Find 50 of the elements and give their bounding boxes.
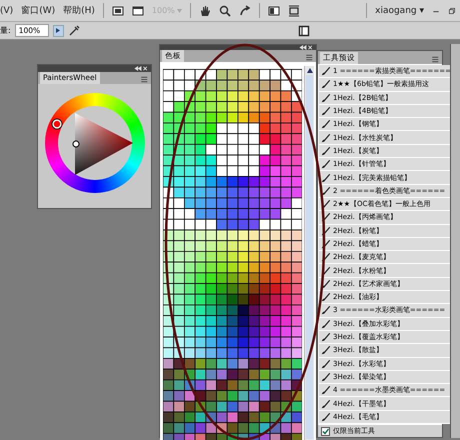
scroll-up-icon[interactable] (306, 68, 313, 73)
brush-icon (321, 92, 332, 103)
brush-icon (321, 372, 332, 382)
flow-label: 量: (0, 25, 11, 36)
brush-icon (321, 318, 332, 329)
brush-icon (321, 385, 332, 396)
brush-icon (321, 199, 332, 210)
flow-arrow-button[interactable] (52, 24, 64, 36)
caret-icon (177, 9, 182, 13)
brush-icon (321, 186, 332, 196)
brush-icon (321, 159, 332, 170)
screen-mode-icon[interactable] (288, 4, 300, 16)
brush-icon (321, 266, 332, 276)
airbrush-icon[interactable] (68, 24, 80, 36)
rotate-view-icon[interactable] (239, 4, 252, 16)
panel-menu-icon[interactable] (430, 55, 440, 64)
panel-collapse-close-icon[interactable] (134, 66, 148, 71)
brush-icon (321, 252, 332, 262)
user-menu[interactable]: xiaogang ▾ (375, 6, 424, 16)
brush-icon (321, 412, 332, 422)
screen-layout-icon[interactable] (132, 4, 144, 16)
brush-icon (321, 132, 332, 143)
brush-icon (321, 305, 332, 316)
zoom-icon[interactable] (219, 4, 232, 16)
panel-toggle-icon[interactable] (298, 24, 310, 36)
hand-icon[interactable] (199, 4, 212, 16)
brush-icon (321, 119, 332, 130)
brush-icon (321, 172, 332, 183)
triangle-right-icon (56, 28, 60, 33)
brush-icon (321, 79, 332, 90)
menu-item[interactable]: 窗口(W) (21, 4, 56, 17)
checkbox[interactable] (321, 426, 330, 436)
brush-icon (321, 146, 332, 156)
brush-icon (321, 332, 332, 342)
panel-menu-icon[interactable] (304, 53, 314, 62)
panel-collapse-close-icon[interactable] (299, 45, 314, 50)
scrollbar[interactable] (304, 66, 314, 440)
menu-item[interactable]: 帮助(H) (63, 4, 95, 17)
brush-icon (321, 278, 332, 289)
menu-item[interactable]: (V) (0, 6, 14, 16)
brush-icon (321, 292, 332, 302)
brush-icon (321, 398, 332, 409)
brush-icon (321, 226, 332, 236)
brush-icon (321, 358, 332, 369)
panel-menu-icon[interactable] (139, 75, 148, 84)
brush-icon (321, 106, 332, 116)
brush-icon (321, 239, 332, 249)
brush-icon (321, 66, 332, 76)
arrange-documents-icon[interactable] (268, 4, 280, 16)
brush-icon (321, 345, 332, 356)
